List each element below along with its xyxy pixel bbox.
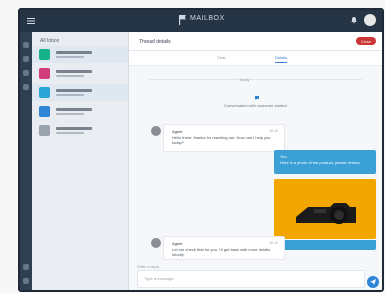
- rail-icon-reports[interactable]: [23, 84, 29, 90]
- tab-chat[interactable]: Chat: [217, 55, 225, 60]
- conversation-item[interactable]: [32, 122, 128, 139]
- composer-placeholder: Type a message...: [144, 276, 177, 281]
- message-composer[interactable]: Type a message...: [137, 270, 365, 288]
- sidebar-header: All Inbox: [40, 38, 60, 44]
- rail-icon-contacts[interactable]: [23, 70, 29, 76]
- message-body: Hello there, thanks for reaching out. Ho…: [172, 135, 271, 145]
- incoming-message: Agent 10:10 Hello there, thanks for reac…: [163, 124, 285, 152]
- conversation-avatar: [39, 106, 50, 117]
- conversation-title-line: [56, 127, 92, 130]
- conversation-list: [32, 46, 128, 141]
- send-button[interactable]: [367, 276, 379, 288]
- app-title: MAILBOX: [190, 15, 225, 22]
- user-avatar-icon[interactable]: [364, 14, 376, 26]
- conversation-title: Thread details: [139, 39, 171, 45]
- photo-caption-bar: [274, 240, 376, 250]
- menu-icon[interactable]: [26, 16, 36, 26]
- conversation-header: Thread details Close: [129, 32, 382, 51]
- message-sender: Agent: [172, 241, 183, 246]
- conversation-title-line: [56, 108, 92, 111]
- incoming-message: Agent 10:12 Let me check that for you. I…: [163, 236, 285, 260]
- conversation-subtitle-line: [56, 132, 84, 134]
- conversation-item[interactable]: [32, 65, 128, 82]
- conversation-avatar: [39, 49, 50, 60]
- conversation-avatar: [39, 68, 50, 79]
- left-rail: [20, 32, 32, 290]
- conversation-title-line: [56, 70, 92, 73]
- system-event-text: Conversation with customer started: [224, 103, 287, 108]
- system-chat-icon: [255, 96, 259, 100]
- conversation-main: Thread details Close Chat Details Today …: [129, 32, 382, 290]
- close-conversation-button[interactable]: Close: [356, 37, 376, 45]
- conversation-subtitle-line: [56, 113, 84, 115]
- date-divider-label: Today: [239, 77, 250, 82]
- conversation-tabs: Chat Details: [129, 51, 382, 66]
- message-photo[interactable]: [274, 179, 376, 239]
- message-sender: Agent: [172, 129, 183, 134]
- camera-image-icon: [274, 179, 376, 239]
- conversation-subtitle-line: [56, 56, 84, 58]
- date-divider-line: [149, 79, 362, 80]
- rail-icon-home[interactable]: [23, 42, 29, 48]
- outgoing-message: You Here is a photo of the product, plea…: [274, 150, 376, 174]
- conversation-subtitle-line: [56, 94, 84, 96]
- conversation-subtitle-line: [56, 75, 84, 77]
- conversation-sidebar: All Inbox: [32, 32, 129, 290]
- message-body: Let me check that for you. I'll get back…: [172, 247, 271, 257]
- agent-avatar: [151, 126, 161, 136]
- conversation-item[interactable]: [32, 46, 128, 63]
- message-time: 10:12: [269, 241, 278, 245]
- agent-avatar: [151, 238, 161, 248]
- conversation-item[interactable]: [32, 103, 128, 120]
- message-sender: You: [280, 154, 287, 159]
- rail-icon-help[interactable]: [23, 278, 29, 284]
- brand-flag-icon: [179, 15, 186, 25]
- app-window: MAILBOX All Inbox Thread details Close C…: [18, 8, 384, 292]
- message-time: 10:10: [269, 129, 278, 133]
- message-body: Here is a photo of the product, please r…: [280, 160, 361, 165]
- device-frame: MAILBOX All Inbox Thread details Close C…: [0, 0, 385, 293]
- notifications-icon[interactable]: [350, 16, 358, 24]
- conversation-avatar: [39, 87, 50, 98]
- rail-icon-inbox[interactable]: [23, 56, 29, 62]
- conversation-avatar: [39, 125, 50, 136]
- composer-label: Write a reply: [137, 264, 160, 269]
- conversation-item-selected[interactable]: [32, 84, 128, 101]
- conversation-title-line: [56, 89, 92, 92]
- send-icon: [370, 279, 376, 285]
- tab-details[interactable]: Details: [275, 55, 288, 63]
- rail-icon-settings[interactable]: [23, 264, 29, 270]
- top-bar: MAILBOX: [20, 10, 382, 32]
- conversation-title-line: [56, 51, 92, 54]
